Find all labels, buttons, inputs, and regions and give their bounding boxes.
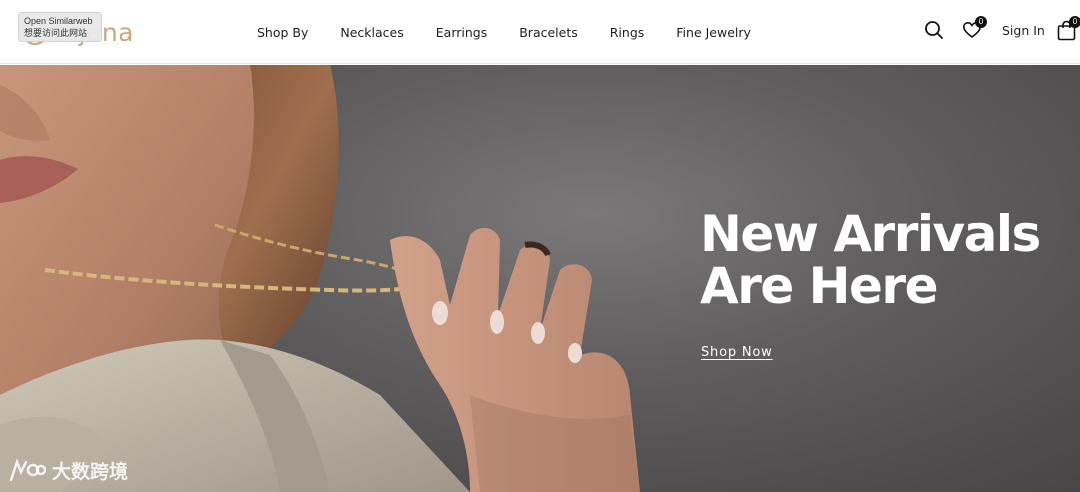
watermark-logo-icon [9,457,46,481]
watermark-text: 大数跨境 [52,461,129,483]
nav-item-fine-jewelry[interactable]: Fine Jewelry [676,25,751,40]
search-icon [925,21,943,39]
hero-title-line-2: Are Here [700,257,939,315]
shop-now-link[interactable]: Shop Now [701,345,773,360]
wishlist-button[interactable]: 0 [962,16,987,40]
nav-item-rings[interactable]: Rings [610,25,645,40]
hero-title: New Arrivals Are Here [700,208,1070,312]
cart-count-badge: 0 [1069,16,1080,28]
nav-item-necklaces[interactable]: Necklaces [340,25,403,40]
wishlist-count-badge: 0 [975,16,987,28]
nav-item-shop-by[interactable]: Shop By [257,25,308,40]
nav-item-bracelets[interactable]: Bracelets [519,25,578,40]
cart-button[interactable]: 0 [1057,16,1080,41]
watermark: 大数跨境 [8,457,128,484]
tooltip-line-2: 想要访问此网站 [24,28,88,38]
site-header: orjana Open Similarweb 想要访问此网站 Shop By N… [0,0,1080,64]
hero-banner: New Arrivals Are Here Shop Now [0,65,1080,492]
sign-in-link[interactable]: Sign In [1002,23,1045,38]
hero-title-line-1: New Arrivals [700,205,1041,263]
nav-item-earrings[interactable]: Earrings [436,25,487,40]
main-nav: Shop By Necklaces Earrings Bracelets Rin… [257,0,783,64]
search-button[interactable] [924,20,944,40]
similarweb-tooltip[interactable]: Open Similarweb 想要访问此网站 [18,12,102,42]
tooltip-line-1: Open Similarweb [24,16,93,26]
